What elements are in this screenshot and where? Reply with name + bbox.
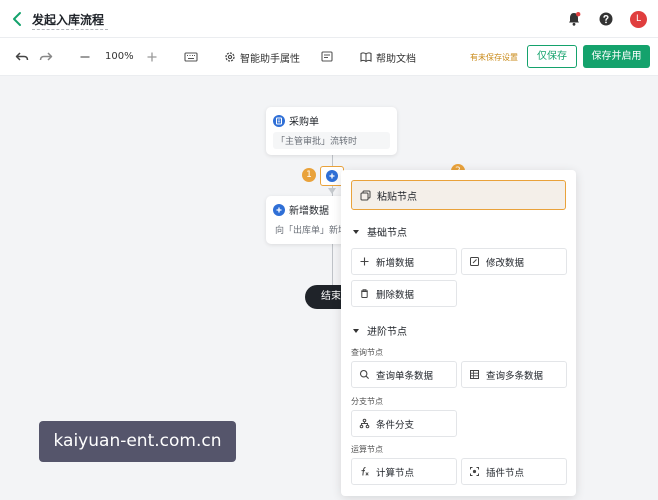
query-group-label: 查询节点 bbox=[351, 348, 383, 357]
advanced-section-label: 进阶节点 bbox=[367, 327, 407, 338]
book-icon bbox=[360, 52, 372, 63]
delete-data-item[interactable]: 删除数据 bbox=[351, 280, 457, 307]
undo-icon[interactable] bbox=[14, 49, 30, 65]
message-icon[interactable] bbox=[319, 49, 335, 65]
purchase-node-desc: 「主管审批」流转时 bbox=[273, 132, 390, 149]
condition-branch-item[interactable]: 条件分支 bbox=[351, 410, 457, 437]
document-icon bbox=[273, 114, 285, 127]
condition-branch-item-label: 条件分支 bbox=[376, 419, 415, 431]
marker-1: 1 bbox=[302, 168, 316, 182]
query-single-item-label: 查询单条数据 bbox=[376, 370, 434, 382]
zoom-level: 100% bbox=[105, 51, 134, 62]
editor-toolbar: 100% 智能助手属性 帮助文档 有未保存设置 仅保存 保存并启用 bbox=[0, 38, 658, 76]
page-title: 发起入库流程 bbox=[32, 13, 105, 27]
add-data-node-desc: 向「出库单」新增 bbox=[275, 226, 343, 236]
save-only-button[interactable]: 仅保存 bbox=[527, 45, 577, 68]
basic-section-label: 基础节点 bbox=[367, 228, 407, 239]
gear-icon bbox=[225, 52, 235, 62]
basic-section-header[interactable]: 基础节点 bbox=[353, 224, 407, 239]
avatar[interactable]: L bbox=[630, 11, 647, 28]
add-data-item-label: 新增数据 bbox=[376, 257, 415, 269]
calc-group-label: 运算节点 bbox=[351, 445, 383, 454]
branch-group-label: 分支节点 bbox=[351, 397, 383, 406]
purchase-node-title: 采购单 bbox=[289, 117, 319, 128]
keyboard-icon[interactable] bbox=[183, 49, 199, 65]
plus-icon bbox=[360, 257, 369, 266]
branch-icon bbox=[359, 418, 370, 429]
minus-icon[interactable] bbox=[77, 49, 93, 65]
watermark: kaiyuan-ent.com.cn bbox=[39, 421, 236, 462]
table-icon bbox=[470, 370, 479, 379]
plus-icon[interactable] bbox=[144, 49, 160, 65]
plugin-node-item[interactable]: 插件节点 bbox=[461, 458, 567, 485]
plugin-node-item-label: 插件节点 bbox=[486, 467, 525, 479]
assistant-properties-button[interactable]: 智能助手属性 bbox=[224, 49, 300, 65]
query-multi-item-label: 查询多条数据 bbox=[486, 370, 544, 382]
plugin-icon bbox=[470, 467, 479, 476]
trash-icon bbox=[361, 289, 368, 298]
purchase-node-header: 采购单 bbox=[273, 113, 319, 128]
save-and-enable-button[interactable]: 保存并启用 bbox=[583, 45, 650, 68]
assistant-properties-label: 智能助手属性 bbox=[240, 53, 300, 65]
unsaved-hint: 有未保存设置 bbox=[470, 53, 518, 62]
add-data-node-title: 新增数据 bbox=[289, 206, 329, 217]
edit-data-item[interactable]: 修改数据 bbox=[461, 248, 567, 275]
purchase-node[interactable]: 采购单 「主管审批」流转时 bbox=[266, 107, 397, 155]
search-icon bbox=[359, 369, 369, 379]
copy-icon bbox=[360, 190, 371, 200]
arrow-down-icon bbox=[328, 188, 336, 194]
calc-node-item[interactable]: 计算节点 bbox=[351, 458, 457, 485]
bell-icon[interactable] bbox=[566, 11, 582, 27]
title-underline bbox=[32, 29, 108, 30]
delete-data-item-label: 删除数据 bbox=[376, 289, 415, 301]
query-single-item[interactable]: 查询单条数据 bbox=[351, 361, 457, 388]
add-data-node-header: 新增数据 bbox=[273, 202, 329, 217]
connector-line bbox=[332, 244, 333, 286]
plus-icon bbox=[273, 203, 285, 216]
help-docs-label: 帮助文档 bbox=[376, 53, 416, 65]
app-header: 发起入库流程 L bbox=[0, 0, 658, 38]
help-docs-button[interactable]: 帮助文档 bbox=[360, 49, 416, 65]
redo-icon[interactable] bbox=[38, 49, 54, 65]
calc-node-item-label: 计算节点 bbox=[376, 467, 415, 479]
edit-data-item-label: 修改数据 bbox=[486, 257, 525, 269]
help-circle-icon[interactable] bbox=[598, 11, 614, 27]
add-data-item[interactable]: 新增数据 bbox=[351, 248, 457, 275]
chevron-left-icon[interactable] bbox=[10, 11, 24, 27]
caret-down-icon bbox=[353, 229, 359, 234]
query-multi-item[interactable]: 查询多条数据 bbox=[461, 361, 567, 388]
edit-icon bbox=[470, 257, 479, 266]
function-icon bbox=[361, 467, 369, 476]
caret-down-icon bbox=[353, 328, 359, 333]
plus-icon bbox=[326, 170, 338, 182]
paste-node-label: 粘贴节点 bbox=[377, 191, 417, 203]
node-type-popover: 粘贴节点 基础节点 新增数据 修改数据 删除数据 进阶节点 查询节点 查询单条数… bbox=[341, 170, 576, 496]
advanced-section-header[interactable]: 进阶节点 bbox=[353, 323, 407, 338]
paste-node-item[interactable]: 粘贴节点 bbox=[351, 180, 566, 210]
